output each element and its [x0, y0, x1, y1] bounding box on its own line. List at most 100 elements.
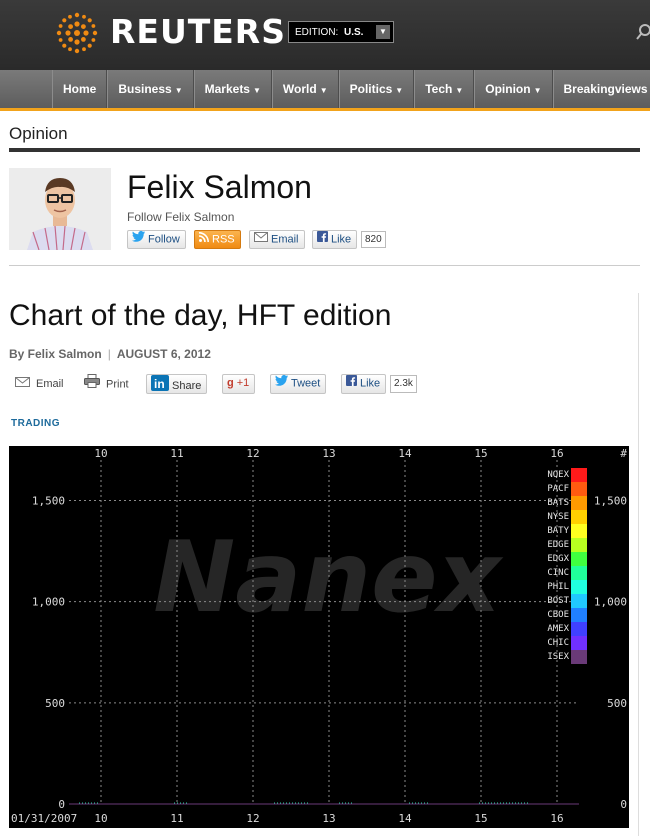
byline-author[interactable]: By Felix Salmon	[9, 347, 102, 361]
google-plus-icon: g	[227, 377, 234, 389]
edition-selector[interactable]: EDITION: U.S. ▼	[288, 21, 394, 43]
chevron-down-icon: ▼	[455, 86, 464, 95]
email-label: Email	[271, 233, 299, 246]
legend-swatch-phil	[571, 580, 587, 594]
article-date: AUGUST 6, 2012	[116, 347, 211, 361]
nav-item-label: Tech	[425, 82, 453, 96]
legend-label-cboe: CBOE	[547, 610, 569, 620]
legend-swatch-baty	[571, 524, 587, 538]
author-name[interactable]: Felix Salmon	[127, 169, 312, 206]
x-tick-label-bottom: 13	[322, 812, 335, 825]
nav-item-label: Opinion	[485, 82, 531, 96]
x-tick-label-bottom: 10	[94, 812, 107, 825]
rss-button[interactable]: RSS	[194, 230, 241, 249]
x-tick-label-bottom: 15	[474, 812, 487, 825]
reuters-logo-text[interactable]: REUTERS	[110, 12, 286, 51]
y-tick-label-right: 0	[620, 798, 627, 811]
email-author-button[interactable]: Email	[249, 230, 305, 249]
article-facebook-like-button[interactable]: Like	[341, 374, 387, 394]
x-tick-label-top: 13	[322, 447, 335, 460]
legend-swatch-nyse	[571, 510, 587, 524]
article-like-label: Like	[360, 377, 381, 390]
section-title[interactable]: Opinion	[9, 124, 68, 144]
chart-svg: Nanex 10 10 11 11 12 12 13 13 14 14 15 15 16 16 0 0 500 50…	[11, 447, 627, 825]
envelope-icon	[15, 374, 30, 394]
svg-text:in: in	[154, 377, 165, 391]
nanex-chart: Nanex 10 10 11 11 12 12 13 13 14 14 15 15 16 16 0 0 500 50…	[9, 446, 629, 828]
x-tick-label-top: 14	[398, 447, 412, 460]
chevron-down-icon: ▼	[395, 86, 404, 95]
main-nav: Home Business ▼ Markets ▼ World ▼ Politics ▼ Tech…	[0, 70, 650, 111]
follow-label: Follow	[148, 233, 180, 246]
legend-label-phil: PHIL	[547, 582, 569, 592]
reuters-logo-icon[interactable]	[52, 10, 102, 56]
legend-label-chic: CHIC	[547, 638, 569, 648]
nav-item-label: Politics	[349, 82, 393, 96]
nav-item-politics[interactable]: Politics ▼	[338, 70, 415, 108]
legend-label-edgx: EDGX	[547, 554, 569, 564]
nav-list: Home Business ▼ Markets ▼ World ▼ Politics ▼ Tech…	[0, 70, 650, 108]
y-tick-label-left: 1,500	[32, 494, 65, 507]
print-link[interactable]: Print	[84, 374, 129, 394]
nav-item-world[interactable]: World ▼	[271, 70, 339, 108]
twitter-bird-icon	[132, 231, 145, 248]
nav-item-markets[interactable]: Markets ▼	[193, 70, 272, 108]
nav-item-tech[interactable]: Tech ▼	[414, 70, 475, 108]
facebook-icon	[317, 231, 328, 248]
topic-tag-trading[interactable]: TRADING	[11, 418, 60, 429]
y-tick-label-left: 0	[58, 798, 65, 811]
linkedin-icon: in	[151, 375, 169, 397]
chart-date-label: 01/31/2007	[11, 812, 77, 825]
legend-swatch-isex	[571, 650, 587, 664]
edition-label: EDITION:	[295, 27, 339, 38]
x-tick-label-bottom: 12	[246, 812, 259, 825]
share-email-link[interactable]: Email	[15, 374, 64, 394]
nav-item-label: Business	[118, 82, 172, 96]
legend-swatch-cboe	[571, 608, 587, 622]
nav-item-home[interactable]: Home	[52, 70, 108, 108]
linkedin-share-label: Share	[172, 379, 202, 392]
masthead: REUTERS EDITION: U.S. ▼	[0, 0, 650, 70]
search-icon[interactable]	[636, 22, 650, 42]
facebook-like-button[interactable]: Like	[312, 230, 358, 249]
legend-swatch-nqex	[571, 468, 587, 482]
share-email-label: Email	[36, 378, 64, 390]
article-like-count: 2.3k	[390, 375, 417, 393]
facebook-icon	[346, 375, 357, 392]
x-tick-label-top: 16	[550, 447, 563, 460]
legend-swatch-edge	[571, 538, 587, 552]
chevron-down-icon[interactable]: ▼	[376, 25, 390, 39]
legend-label-nqex: NQEX	[547, 470, 569, 480]
author-avatar[interactable]	[9, 168, 111, 250]
nav-item-breakingviews[interactable]: Breakingviews▼	[552, 70, 650, 108]
legend-swatch-bats	[571, 496, 587, 510]
y-tick-label-right: 500	[607, 697, 627, 710]
legend-swatch-bost	[571, 594, 587, 608]
tweet-label: Tweet	[291, 377, 321, 390]
legend-swatch-cinc	[571, 566, 587, 580]
like-count: 820	[361, 231, 386, 248]
y-axis-header: #	[620, 447, 627, 460]
envelope-icon	[254, 231, 268, 248]
linkedin-share-button[interactable]: in Share	[146, 374, 208, 397]
tweet-button[interactable]: Tweet	[270, 374, 327, 394]
rss-label: RSS	[212, 233, 235, 246]
nav-item-opinion[interactable]: Opinion ▼	[474, 70, 553, 108]
nav-item-label: Breakingviews	[563, 82, 648, 96]
printer-icon	[84, 374, 100, 395]
legend-label-nyse: NYSE	[547, 512, 569, 522]
legend-swatch-edgx	[571, 552, 587, 566]
legend-swatch-chic	[571, 636, 587, 650]
y-tick-label-left: 500	[45, 697, 65, 710]
y-tick-label-left: 1,000	[32, 596, 65, 609]
chevron-down-icon: ▼	[319, 86, 328, 95]
twitter-follow-button[interactable]: Follow	[127, 230, 186, 249]
edition-value: U.S.	[344, 27, 364, 38]
follow-author-label: Follow Felix Salmon	[127, 210, 235, 224]
chart-watermark: Nanex	[153, 521, 503, 635]
nav-item-label: Home	[63, 82, 97, 96]
section-divider	[9, 148, 640, 152]
nav-item-business[interactable]: Business ▼	[107, 70, 194, 108]
chevron-down-icon: ▼	[174, 86, 183, 95]
google-plus-one-button[interactable]: g +1	[222, 374, 256, 394]
